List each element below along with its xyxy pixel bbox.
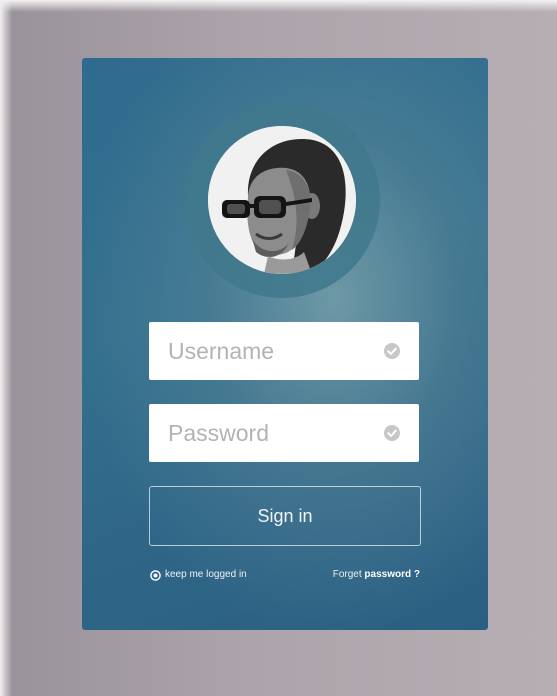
sign-in-button[interactable]: Sign in (149, 486, 421, 546)
forget-prefix-text: Forget (332, 569, 362, 580)
radio-icon[interactable] (150, 569, 161, 581)
username-field (149, 322, 419, 380)
keep-logged-in-toggle[interactable]: keep me logged in (150, 568, 247, 582)
password-input[interactable] (149, 404, 379, 462)
check-circle-icon (384, 343, 400, 359)
keep-logged-in-label: keep me logged in (165, 569, 247, 580)
background-top-edge (0, 0, 557, 12)
forget-password-link[interactable]: Forget password ? (333, 568, 420, 582)
username-input[interactable] (149, 322, 379, 380)
avatar-portrait-image (208, 126, 356, 274)
background-left-edge (0, 0, 12, 696)
password-field (149, 404, 419, 462)
check-circle-icon (384, 425, 400, 441)
login-card: Sign in keep me logged in Forget passwor… (82, 58, 488, 630)
forget-password-text: password ? (364, 569, 420, 580)
avatar (208, 126, 356, 274)
